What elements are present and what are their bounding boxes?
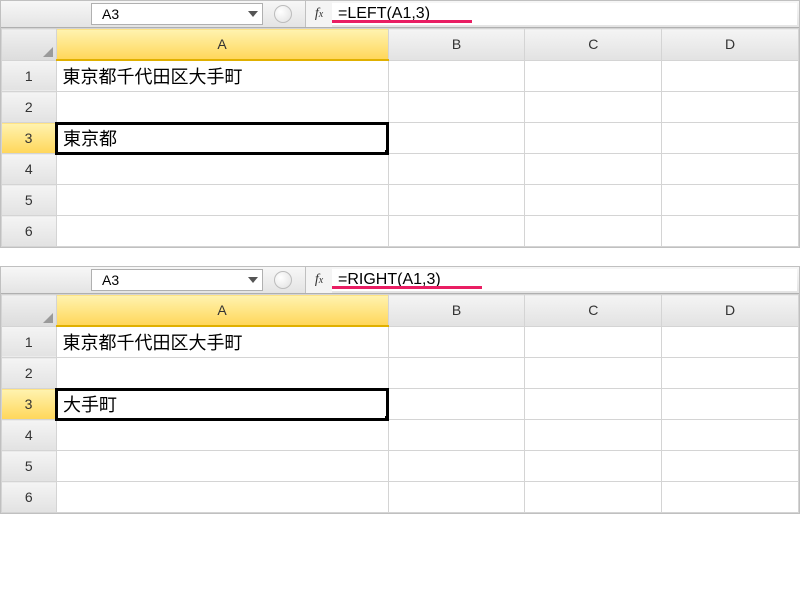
cell-D5[interactable]: [662, 185, 799, 216]
row-header-1[interactable]: 1: [2, 60, 57, 92]
column-header-C[interactable]: C: [525, 295, 662, 327]
cell-C1[interactable]: [525, 326, 662, 358]
cell-A3[interactable]: 大手町: [56, 389, 388, 420]
row-header-2[interactable]: 2: [2, 358, 57, 389]
cell-D1[interactable]: [662, 60, 799, 92]
cell-B2[interactable]: [388, 358, 525, 389]
select-all-corner[interactable]: [2, 295, 57, 327]
cell-B5[interactable]: [388, 451, 525, 482]
cell-B1[interactable]: [388, 60, 525, 92]
column-header-C[interactable]: C: [525, 29, 662, 61]
cell-D6[interactable]: [662, 216, 799, 247]
name-box-value: A3: [92, 6, 244, 22]
row-header-3[interactable]: 3: [2, 389, 57, 420]
cell-C2[interactable]: [525, 358, 662, 389]
cell-B3[interactable]: [388, 389, 525, 420]
formula-bar: A3 fx =LEFT(A1,3): [1, 1, 799, 28]
cell-C4[interactable]: [525, 420, 662, 451]
cell-C4[interactable]: [525, 154, 662, 185]
row-header-3[interactable]: 3: [2, 123, 57, 154]
select-all-corner[interactable]: [2, 29, 57, 61]
column-header-B[interactable]: B: [388, 29, 525, 61]
row-header-6[interactable]: 6: [2, 482, 57, 513]
cell-A5[interactable]: [56, 451, 388, 482]
cell-C3[interactable]: [525, 123, 662, 154]
cell-B4[interactable]: [388, 420, 525, 451]
cancel-placeholder: [265, 267, 301, 293]
cell-D4[interactable]: [662, 420, 799, 451]
cell-A1[interactable]: 東京都千代田区大手町: [56, 60, 388, 92]
column-header-B[interactable]: B: [388, 295, 525, 327]
row-header-6[interactable]: 6: [2, 216, 57, 247]
cell-A1[interactable]: 東京都千代田区大手町: [56, 326, 388, 358]
cell-A5[interactable]: [56, 185, 388, 216]
cell-D5[interactable]: [662, 451, 799, 482]
cell-C5[interactable]: [525, 185, 662, 216]
cell-B4[interactable]: [388, 154, 525, 185]
formula-input[interactable]: =LEFT(A1,3): [332, 3, 797, 25]
column-header-D[interactable]: D: [662, 295, 799, 327]
cell-D1[interactable]: [662, 326, 799, 358]
cell-A4[interactable]: [56, 420, 388, 451]
cell-D4[interactable]: [662, 154, 799, 185]
row-header-5[interactable]: 5: [2, 185, 57, 216]
cell-D2[interactable]: [662, 358, 799, 389]
fx-icon[interactable]: fx: [305, 1, 332, 27]
cell-A3[interactable]: 東京都: [56, 123, 388, 154]
row-header-2[interactable]: 2: [2, 92, 57, 123]
cell-A2[interactable]: [56, 92, 388, 123]
name-box[interactable]: A3: [91, 269, 263, 291]
column-header-A[interactable]: A: [56, 29, 388, 61]
cell-A6[interactable]: [56, 482, 388, 513]
row-header-5[interactable]: 5: [2, 451, 57, 482]
column-header-D[interactable]: D: [662, 29, 799, 61]
cell-B3[interactable]: [388, 123, 525, 154]
cell-C5[interactable]: [525, 451, 662, 482]
cell-C1[interactable]: [525, 60, 662, 92]
cell-A2[interactable]: [56, 358, 388, 389]
circle-icon: [274, 5, 292, 23]
name-box-dropdown-icon[interactable]: [244, 277, 262, 283]
cell-C6[interactable]: [525, 482, 662, 513]
cell-B1[interactable]: [388, 326, 525, 358]
cell-B5[interactable]: [388, 185, 525, 216]
formula-underline: [332, 20, 472, 23]
cell-B6[interactable]: [388, 482, 525, 513]
excel-panel-top: A3 fx =LEFT(A1,3) ABCD 1東京都千代田区大手町23東京都45…: [0, 0, 800, 248]
formula-input[interactable]: =RIGHT(A1,3): [332, 269, 797, 291]
fx-icon[interactable]: fx: [305, 267, 332, 293]
formula-bar: A3 fx =RIGHT(A1,3): [1, 267, 799, 294]
cell-C2[interactable]: [525, 92, 662, 123]
name-box[interactable]: A3: [91, 3, 263, 25]
cell-D3[interactable]: [662, 389, 799, 420]
cell-D3[interactable]: [662, 123, 799, 154]
cell-D2[interactable]: [662, 92, 799, 123]
cell-C3[interactable]: [525, 389, 662, 420]
column-header-A[interactable]: A: [56, 295, 388, 327]
excel-panel-bottom: A3 fx =RIGHT(A1,3) ABCD 1東京都千代田区大手町23大手町4…: [0, 266, 800, 514]
spreadsheet-grid-bottom[interactable]: ABCD 1東京都千代田区大手町23大手町456: [1, 294, 799, 513]
formula-underline: [332, 286, 482, 289]
spreadsheet-grid-top[interactable]: ABCD 1東京都千代田区大手町23東京都456: [1, 28, 799, 247]
row-header-4[interactable]: 4: [2, 420, 57, 451]
cell-C6[interactable]: [525, 216, 662, 247]
cell-A6[interactable]: [56, 216, 388, 247]
name-box-dropdown-icon[interactable]: [244, 11, 262, 17]
cell-B2[interactable]: [388, 92, 525, 123]
cell-D6[interactable]: [662, 482, 799, 513]
cancel-placeholder: [265, 1, 301, 27]
row-header-1[interactable]: 1: [2, 326, 57, 358]
row-header-4[interactable]: 4: [2, 154, 57, 185]
name-box-value: A3: [92, 272, 244, 288]
circle-icon: [274, 271, 292, 289]
cell-A4[interactable]: [56, 154, 388, 185]
cell-B6[interactable]: [388, 216, 525, 247]
